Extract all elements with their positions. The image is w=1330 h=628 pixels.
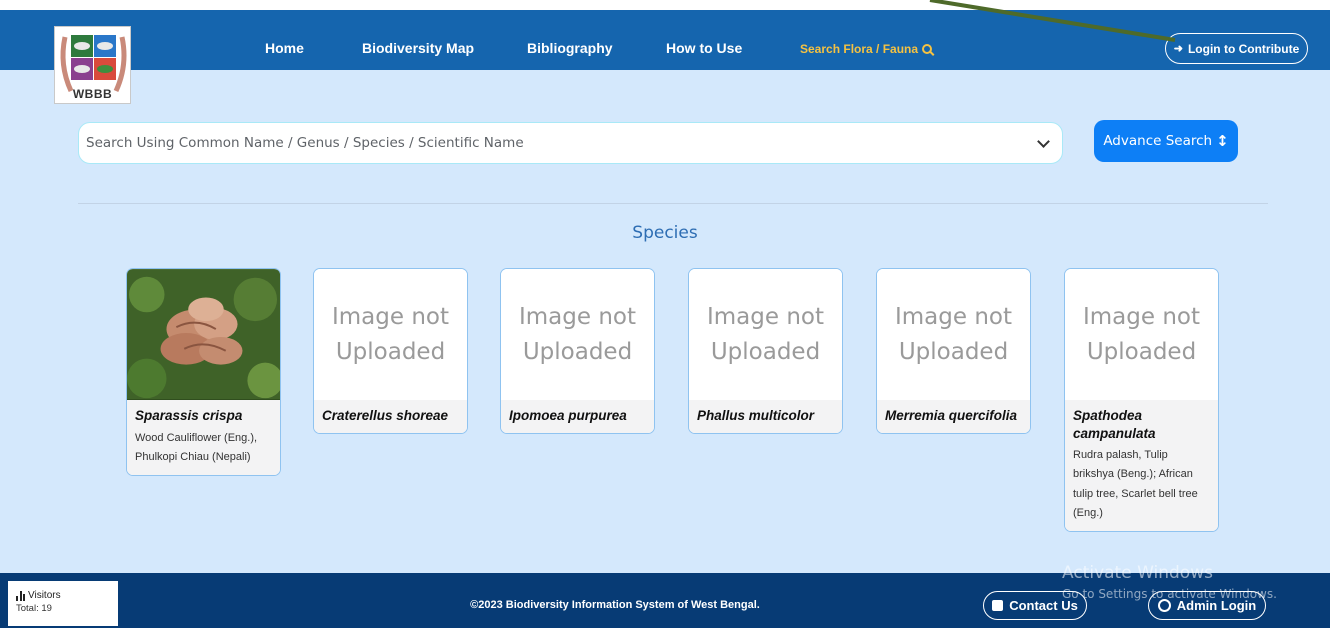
scientific-name: Craterellus shoreae: [322, 408, 449, 423]
common-name: Wood Cauliflower (Eng.), Phulkopi Chiau …: [135, 431, 258, 463]
card-info: Phallus multicolor: [689, 400, 842, 433]
login-to-contribute-button[interactable]: ➜ Login to Contribute: [1165, 33, 1308, 64]
image-not-uploaded: Image not Uploaded: [877, 269, 1030, 400]
scientific-name: Phallus multicolor: [697, 408, 815, 423]
species-search-select[interactable]: Search Using Common Name / Genus / Speci…: [78, 122, 1063, 164]
scientific-name: Sparassis crispa: [135, 408, 243, 423]
divider: [78, 203, 1268, 204]
card-info: Ipomoea purpurea: [501, 400, 654, 433]
species-photo: [127, 269, 280, 400]
logo-text: WBBB: [72, 87, 113, 101]
image-not-uploaded: Image not Uploaded: [501, 269, 654, 400]
phone-icon: [992, 600, 1004, 611]
admin-label: Admin Login: [1176, 598, 1257, 613]
mushroom-photo-icon: [127, 269, 280, 400]
species-card[interactable]: Image not Uploaded Craterellus shoreae: [313, 268, 468, 434]
species-card[interactable]: Image not Uploaded Merremia quercifolia: [876, 268, 1031, 434]
navbar: Home Biodiversity Map Bibliography How t…: [0, 10, 1330, 70]
user-circle-icon: [1157, 599, 1171, 612]
nav-home[interactable]: Home: [265, 40, 304, 56]
nav-how-to-use[interactable]: How to Use: [666, 40, 742, 56]
contact-us-button[interactable]: Contact Us: [983, 591, 1087, 620]
login-label: Login to Contribute: [1187, 41, 1300, 56]
scientific-name: Spathodea campanulata: [1073, 408, 1156, 441]
species-card[interactable]: Image not Uploaded Phallus multicolor: [688, 268, 843, 434]
common-name: Rudra palash, Tulip brikshya (Beng.); Af…: [1073, 449, 1198, 519]
main-content: Search Using Common Name / Genus / Speci…: [0, 70, 1330, 573]
image-not-uploaded: Image not Uploaded: [314, 269, 467, 400]
card-info: Spathodea campanulata Rudra palash, Tuli…: [1065, 400, 1218, 532]
nav-biodiversity-map[interactable]: Biodiversity Map: [362, 40, 474, 56]
search-placeholder: Search Using Common Name / Genus / Speci…: [86, 135, 524, 151]
image-not-uploaded: Image not Uploaded: [689, 269, 842, 400]
nav-search-flora-fauna[interactable]: Search Flora / Fauna: [800, 42, 933, 56]
up-down-arrow-icon: ↕: [1216, 132, 1229, 150]
wbbb-logo[interactable]: WBBB: [54, 26, 131, 104]
species-card[interactable]: Image not Uploaded Spathodea campanulata…: [1064, 268, 1219, 533]
species-card[interactable]: Sparassis crispa Wood Cauliflower (Eng.)…: [126, 268, 281, 477]
sign-in-icon: ➜: [1173, 43, 1183, 55]
scientific-name: Ipomoea purpurea: [509, 408, 627, 423]
chevron-down-icon[interactable]: [1037, 135, 1050, 148]
contact-label: Contact Us: [1009, 598, 1078, 613]
search-icon: [922, 44, 933, 54]
nav-search-label: Search Flora / Fauna: [800, 42, 919, 56]
nav-bibliography[interactable]: Bibliography: [527, 40, 613, 56]
card-info: Sparassis crispa Wood Cauliflower (Eng.)…: [127, 400, 280, 476]
footer: Visitors Total: 19 ©2023 Biodiversity In…: [0, 573, 1330, 628]
species-heading: Species: [632, 223, 698, 243]
advance-search-button[interactable]: Advance Search ↕: [1094, 120, 1238, 162]
advance-search-label: Advance Search: [1103, 133, 1213, 149]
admin-login-button[interactable]: Admin Login: [1148, 591, 1266, 620]
top-strip: [0, 0, 1330, 10]
species-card[interactable]: Image not Uploaded Ipomoea purpurea: [500, 268, 655, 434]
card-info: Craterellus shoreae: [314, 400, 467, 433]
card-info: Merremia quercifolia: [877, 400, 1030, 433]
image-not-uploaded: Image not Uploaded: [1065, 269, 1218, 400]
scientific-name: Merremia quercifolia: [885, 408, 1018, 423]
